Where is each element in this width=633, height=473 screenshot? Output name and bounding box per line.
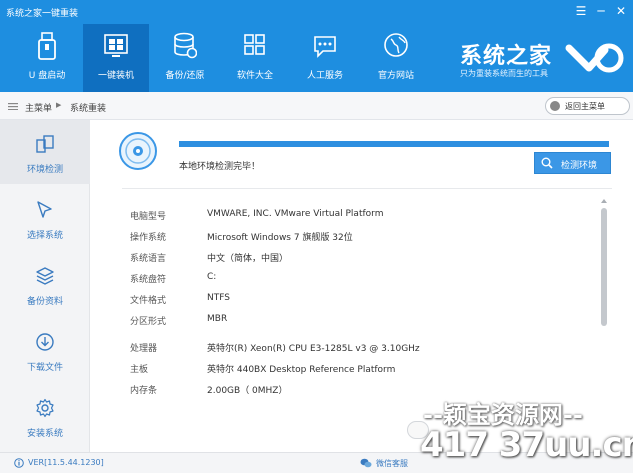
sidebar-item-label: 备份资料	[26, 297, 63, 307]
info-value: 2.00GB（ 0MHZ）	[207, 386, 288, 396]
info-key: 主板	[130, 365, 149, 375]
info-key: 内存条	[130, 386, 158, 396]
nav-official-site[interactable]: 官方网站	[363, 24, 429, 92]
nav-human-service[interactable]: 人工服务	[292, 24, 358, 92]
nav-label: 人工服务	[306, 71, 343, 81]
window-title: 系统之家一键重装	[6, 9, 79, 19]
search-icon	[541, 157, 553, 169]
nav-software[interactable]: 软件大全	[222, 24, 288, 92]
nav-label: 一键装机	[97, 71, 134, 81]
info-value: 中文（简体，中国）	[207, 254, 289, 264]
divider	[122, 188, 612, 189]
sidebar-item-install-system[interactable]: 安装系统	[0, 384, 90, 448]
top-toolbar: 系统之家一键重装 ☰ ─ ✕ U 盘启动 一键装机 备份/还原 软件大全 人工服…	[0, 0, 633, 92]
step-sidebar: 环境检测 选择系统 备份资料 下载文件 安装系统	[0, 120, 90, 453]
detect-environment-button[interactable]: 检测环境	[534, 152, 611, 174]
nav-label: U 盘启动	[28, 71, 66, 81]
scrollbar-thumb[interactable]	[601, 208, 607, 326]
info-value: NTFS	[207, 293, 230, 303]
sidebar-item-label: 下载文件	[26, 363, 63, 373]
info-value: Microsoft Windows 7 旗舰版 32位	[207, 233, 353, 243]
gear-install-icon	[36, 398, 54, 418]
info-key: 分区形式	[130, 317, 167, 327]
detection-status-text: 本地环境检测完毕！	[179, 162, 261, 172]
info-value: 英特尔(R) Xeon(R) CPU E3-1285L v3 @ 3.10GHz	[207, 344, 420, 354]
info-icon	[14, 458, 24, 468]
version-text: VER[11.5.44.1230]	[28, 458, 104, 467]
info-row-file-format: 文件格式 NTFS	[130, 293, 600, 309]
nav-usb-boot[interactable]: U 盘启动	[14, 24, 80, 92]
close-icon[interactable]: ✕	[614, 4, 628, 18]
info-value: 英特尔 440BX Desktop Reference Platform	[207, 365, 396, 375]
detect-button-label: 检测环境	[561, 161, 598, 171]
nav-label: 官方网站	[377, 71, 414, 81]
database-restore-icon	[174, 32, 197, 59]
back-arrow-icon	[550, 101, 560, 111]
disc-scan-icon	[119, 132, 157, 170]
sidebar-item-label: 选择系统	[26, 231, 63, 241]
info-row-system-drive: 系统盘符 C:	[130, 272, 600, 288]
breadcrumb-current: 系统重装	[70, 104, 107, 114]
detection-progress-bar	[179, 141, 609, 147]
app-grid-icon	[244, 34, 265, 55]
brand-tagline: 只为重装系统而生的工具	[460, 69, 548, 78]
watermark-url: 417 37uu.cn	[420, 425, 633, 465]
nav-one-key-install[interactable]: 一键装机	[83, 24, 149, 92]
layers-backup-icon	[36, 267, 54, 285]
breadcrumb: 主菜单 ▶ 系统重装	[0, 92, 633, 120]
minimize-icon[interactable]: ─	[594, 4, 608, 18]
menu-icon[interactable]: ☰	[574, 4, 588, 18]
info-row-language: 系统语言 中文（简体，中国）	[130, 251, 600, 267]
chat-bubble-icon	[314, 36, 336, 58]
globe-icon	[384, 33, 408, 57]
sidebar-item-download-files[interactable]: 下载文件	[0, 318, 90, 382]
windows-logo-icon	[104, 34, 128, 57]
environment-check-icon	[36, 135, 54, 153]
info-key: 系统盘符	[130, 275, 167, 285]
info-row-partition: 分区形式 MBR	[130, 314, 600, 330]
nav-label: 备份/还原	[165, 71, 205, 81]
breadcrumb-home-link[interactable]: 主菜单	[25, 101, 52, 114]
wechat-service-link[interactable]: 微信客服	[376, 458, 408, 469]
back-to-main-button[interactable]: 返回主菜单	[545, 97, 630, 115]
info-row-os: 操作系统 Microsoft Windows 7 旗舰版 32位	[130, 230, 600, 246]
nav-label: 软件大全	[236, 71, 273, 81]
info-value: MBR	[207, 314, 228, 324]
cursor-select-icon	[37, 201, 52, 218]
breadcrumb-separator-icon: ▶	[56, 101, 62, 109]
download-icon	[36, 333, 54, 351]
back-button-label: 返回主菜单	[565, 102, 605, 111]
sidebar-item-backup-data[interactable]: 备份资料	[0, 252, 90, 316]
sidebar-item-select-system[interactable]: 选择系统	[0, 186, 90, 250]
info-value: C:	[207, 272, 217, 282]
scroll-up-arrow-icon[interactable]	[601, 198, 607, 204]
sidebar-item-label: 环境检测	[26, 165, 63, 175]
brand-name: 系统之家	[460, 44, 553, 69]
sidebar-item-label: 安装系统	[26, 429, 63, 439]
info-row-computer-model: 电脑型号 VMWARE, INC. VMware Virtual Platfor…	[130, 209, 600, 225]
info-row-processor: 处理器 英特尔(R) Xeon(R) CPU E3-1285L v3 @ 3.1…	[130, 341, 600, 357]
info-value: VMWARE, INC. VMware Virtual Platform	[207, 209, 384, 219]
info-key: 系统语言	[130, 254, 167, 264]
sidebar-item-environment-check[interactable]: 环境检测	[0, 120, 90, 184]
usb-drive-icon	[38, 32, 56, 60]
progress-fill	[179, 141, 609, 147]
nav-backup-restore[interactable]: 备份/还原	[152, 24, 218, 92]
info-key: 操作系统	[130, 233, 167, 243]
brand-logo-icon	[565, 43, 624, 73]
info-row-motherboard: 主板 英特尔 440BX Desktop Reference Platform	[130, 362, 600, 378]
info-key: 文件格式	[130, 296, 167, 306]
wechat-icon	[360, 458, 372, 468]
info-key: 处理器	[130, 344, 158, 354]
info-key: 电脑型号	[130, 212, 167, 222]
list-menu-icon	[8, 103, 18, 110]
